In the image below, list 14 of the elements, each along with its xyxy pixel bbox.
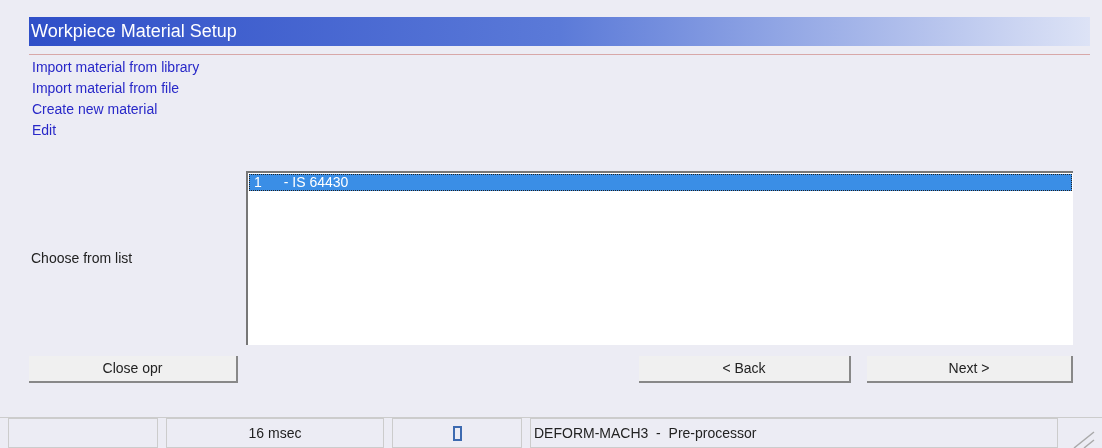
application-name: DEFORM-MACH3 - Pre-processor bbox=[530, 418, 1058, 448]
item-name: - IS 64430 bbox=[283, 173, 349, 192]
close-operation-button[interactable]: Close opr bbox=[29, 356, 238, 383]
panel-title: Workpiece Material Setup bbox=[29, 17, 1090, 46]
action-link[interactable]: Create new material bbox=[32, 100, 158, 119]
action-link[interactable]: Edit bbox=[32, 121, 57, 140]
next-button[interactable]: Next > bbox=[867, 356, 1073, 383]
rectangle-icon bbox=[452, 425, 462, 441]
elapsed-time: 16 msec bbox=[166, 418, 384, 448]
back-button[interactable]: < Back bbox=[639, 356, 851, 383]
list-label: Choose from list bbox=[30, 248, 133, 268]
action-link[interactable]: Import material from file bbox=[32, 79, 180, 98]
action-link[interactable]: Import material from library bbox=[32, 58, 200, 77]
item-number: 1 bbox=[254, 173, 262, 192]
